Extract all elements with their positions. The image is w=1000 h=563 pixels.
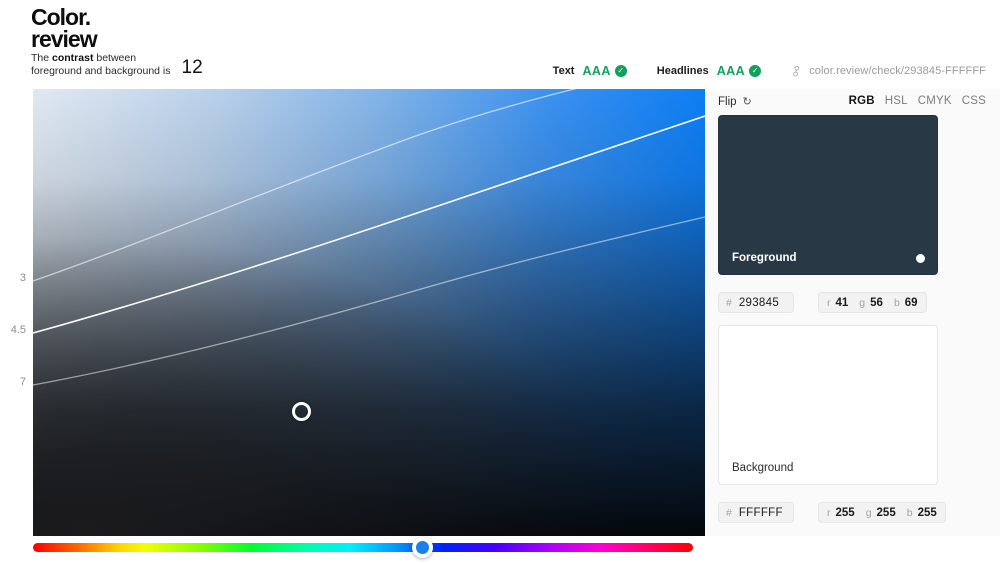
background-hex-value: FFFFFF	[738, 506, 783, 519]
summary-line-2: foreground and background is	[31, 64, 171, 77]
hue-slider-handle[interactable]	[412, 537, 433, 558]
contrast-curve-4-5	[33, 115, 705, 334]
foreground-label: Foreground	[732, 252, 797, 264]
hue-slider-track[interactable]	[33, 543, 693, 552]
channel-key-g: g	[865, 506, 872, 519]
active-selection-dot	[916, 254, 925, 263]
channel-key-r: r	[827, 296, 831, 309]
background-swatch[interactable]: Background	[718, 325, 938, 485]
tab-cmyk[interactable]: CMYK	[918, 95, 952, 107]
background-label: Background	[732, 462, 794, 474]
contrast-summary: The contrast between foreground and back…	[31, 52, 203, 78]
summary-bold-word: contrast	[52, 52, 94, 64]
foreground-hex-value: 293845	[738, 296, 780, 309]
foreground-fields: # 293845 r 41 g 56 b 69	[718, 292, 927, 313]
color-review-app: Color. review The contrast between foreg…	[0, 0, 1000, 563]
rating-text-label: Text	[552, 65, 575, 77]
contrast-curve-7	[33, 216, 705, 386]
contrast-ratio-value: 12	[181, 57, 203, 78]
foreground-hex-input[interactable]: # 293845	[718, 292, 794, 313]
channel-key-r: r	[827, 506, 831, 519]
accessibility-ratings: Text AAA ✓ Headlines AAA ✓ ☍ color.revie…	[553, 63, 1000, 80]
color-details-panel: Flip ↻ RGB HSL CMYK CSS Foreground # 293…	[705, 89, 1000, 536]
foreground-swatch[interactable]: Foreground	[718, 115, 938, 275]
channel-key-g: g	[859, 296, 866, 309]
background-b-value: 255	[917, 506, 937, 519]
tab-hsl[interactable]: HSL	[885, 95, 908, 107]
rating-headlines: Headlines AAA ✓	[656, 64, 762, 78]
flip-label: Flip	[718, 95, 737, 108]
canvas-picker-handle[interactable]	[292, 402, 311, 421]
flip-button[interactable]: Flip ↻	[718, 95, 752, 109]
rating-headlines-label: Headlines	[656, 65, 709, 77]
summary-prefix: The	[31, 52, 53, 64]
check-icon: ✓	[749, 65, 762, 77]
check-icon: ✓	[614, 65, 627, 77]
axis-label-4-5: 4.5	[10, 324, 26, 336]
site-logo[interactable]: Color. review	[31, 4, 171, 52]
background-g-value: 255	[876, 506, 896, 519]
rating-headlines-grade: AAA	[716, 64, 746, 78]
background-hex-input[interactable]: # FFFFFF	[718, 502, 794, 523]
contrast-curve-3	[33, 89, 577, 282]
hash-symbol: #	[726, 506, 732, 519]
permalink-text: color.review/check/293845-FFFFFF	[809, 65, 986, 77]
refresh-icon: ↻	[742, 96, 752, 108]
permalink[interactable]: ☍ color.review/check/293845-FFFFFF	[788, 63, 986, 80]
tab-css[interactable]: CSS	[962, 95, 986, 107]
channel-key-b: b	[893, 296, 900, 309]
channel-key-b: b	[906, 506, 913, 519]
background-rgb-input[interactable]: r 255 g 255 b 255	[818, 502, 946, 523]
summary-mid: between	[93, 52, 137, 64]
background-r-value: 255	[835, 506, 855, 519]
hue-slider[interactable]	[33, 537, 693, 558]
foreground-g-value: 56	[870, 296, 883, 309]
color-picker-canvas[interactable]	[33, 89, 705, 536]
axis-label-7: 7	[19, 376, 26, 388]
link-icon: ☍	[788, 63, 806, 80]
rating-text-grade: AAA	[582, 64, 611, 78]
contrast-summary-text: The contrast between foreground and back…	[31, 52, 171, 77]
panel-toolbar: Flip ↻ RGB HSL CMYK CSS	[718, 94, 986, 114]
logo-line-2: review	[31, 26, 98, 52]
foreground-b-value: 69	[904, 296, 918, 309]
rating-text: Text AAA ✓	[553, 64, 627, 78]
color-mode-tabs: RGB HSL CMYK CSS	[839, 95, 986, 107]
axis-label-3: 3	[19, 272, 26, 284]
tab-rgb[interactable]: RGB	[849, 95, 875, 107]
logo-line-1: Color.	[31, 4, 91, 30]
background-fields: # FFFFFF r 255 g 255 b 255	[718, 502, 946, 523]
hash-symbol: #	[726, 296, 732, 309]
foreground-r-value: 41	[835, 296, 849, 309]
page-header: Color. review The contrast between foreg…	[0, 0, 1000, 89]
foreground-rgb-input[interactable]: r 41 g 56 b 69	[818, 292, 927, 313]
contrast-threshold-curves	[33, 89, 705, 386]
